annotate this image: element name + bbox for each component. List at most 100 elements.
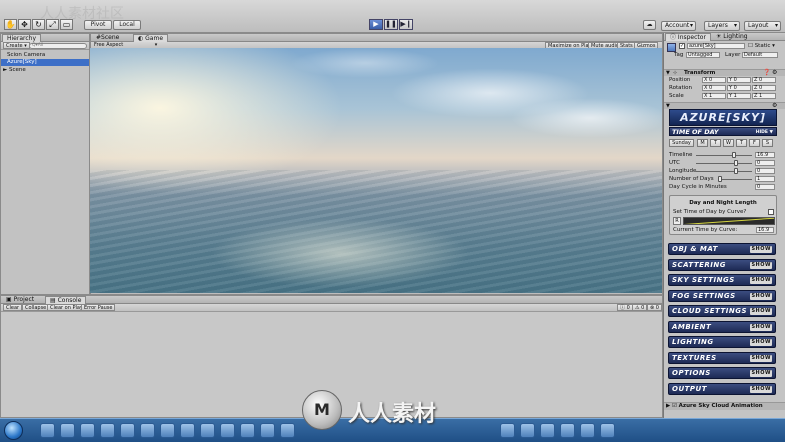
tab-inspector[interactable]: ⓘ Inspector (665, 33, 711, 41)
timeline-value-field[interactable]: 16.9 (755, 152, 775, 158)
day-monday-button[interactable]: M (697, 139, 708, 147)
section-fog-settings-button[interactable]: FOG SETTINGS SHOW (668, 290, 776, 302)
taskbar-app-icon[interactable] (100, 423, 115, 438)
curve-field[interactable] (683, 217, 775, 225)
day-thursday-button[interactable]: T (736, 139, 747, 147)
account-dropdown[interactable]: Account (661, 21, 696, 31)
timeline-slider-track[interactable] (696, 155, 752, 156)
taskbar-app-icon[interactable] (560, 423, 575, 438)
section-ambient-button[interactable]: AMBIENT SHOW (668, 321, 776, 333)
taskbar-app-icon[interactable] (220, 423, 235, 438)
timeline-slider-handle[interactable] (732, 152, 737, 158)
info-count[interactable]: ⓘ 0 (617, 304, 633, 311)
taskbar-app-icon[interactable] (200, 423, 215, 438)
taskbar-app-icon[interactable] (160, 423, 175, 438)
tab-project[interactable]: ▣ Project (2, 296, 38, 304)
start-button[interactable] (4, 421, 23, 440)
position-y-field[interactable]: Y 0 (727, 77, 751, 83)
tab-console[interactable]: ▤ Console (45, 296, 87, 304)
day-saturday-button[interactable]: S (762, 139, 773, 147)
scale-x-field[interactable]: X 1 (702, 93, 726, 99)
create-button[interactable]: Create ▾ (3, 42, 30, 49)
days-value-field[interactable]: 1 (755, 176, 775, 182)
layout-dropdown[interactable]: Layout (744, 21, 781, 31)
taskbar-app-icon[interactable] (80, 423, 95, 438)
days-slider-handle[interactable] (718, 176, 722, 182)
taskbar-app-icon[interactable] (60, 423, 75, 438)
rotation-y-field[interactable]: Y 0 (727, 85, 751, 91)
warning-count[interactable]: ⚠ 0 (632, 304, 648, 311)
taskbar-app-icon[interactable] (120, 423, 135, 438)
active-checkbox[interactable]: ✓ (679, 43, 685, 49)
day-friday-button[interactable]: F (749, 139, 760, 147)
section-output-button[interactable]: OUTPUT SHOW (668, 383, 776, 395)
play-button[interactable]: ▶ (369, 19, 383, 30)
day-cycle-field[interactable]: 0 (755, 184, 775, 190)
tab-lighting[interactable]: ☀ Lighting (712, 33, 752, 41)
utc-value-field[interactable]: 0 (755, 160, 775, 166)
curve-reset-button[interactable]: R (673, 217, 681, 225)
day-wednesday-button[interactable]: W (723, 139, 734, 147)
position-x-field[interactable]: X 0 (702, 77, 726, 83)
days-slider-track[interactable] (718, 179, 752, 180)
object-name-field[interactable]: azure[Sky] (687, 43, 745, 49)
section-scattering-button[interactable]: SCATTERING SHOW (668, 259, 776, 271)
gear-icon[interactable]: ⚙ (772, 69, 777, 76)
taskbar-app-icon[interactable] (580, 423, 595, 438)
longitude-slider-handle[interactable] (734, 168, 738, 174)
list-item[interactable]: ► Scene (3, 67, 26, 73)
day-tuesday-button[interactable]: T (710, 139, 721, 147)
tab-scene[interactable]: #Scene (92, 34, 123, 42)
hierarchy-search-input[interactable]: Q▾All (29, 43, 87, 49)
move-tool-button[interactable]: ✥ (18, 19, 31, 30)
taskbar-app-icon[interactable] (540, 423, 555, 438)
taskbar-app-icon[interactable] (280, 423, 295, 438)
time-of-day-header[interactable]: TIME OF DAY HIDE ▼ (669, 127, 777, 136)
taskbar-app-icon[interactable] (180, 423, 195, 438)
cloud-animation-component-header[interactable]: ▶ ☑ Azure Sky Cloud Animation (664, 402, 785, 410)
tab-hierarchy[interactable]: Hierarchy (2, 34, 42, 42)
scale-y-field[interactable]: Y 1 (727, 93, 751, 99)
list-item-selected[interactable]: Azure[Sky] (1, 59, 89, 66)
help-icon[interactable]: ❓ (763, 69, 770, 76)
section-obj-mat-button[interactable]: OBJ & MAT SHOW (668, 243, 776, 255)
transform-header[interactable]: ▼ ⊹ Transform ❓ ⚙ (664, 69, 785, 76)
pause-button[interactable]: ❚❚ (384, 19, 398, 30)
rotation-z-field[interactable]: Z 0 (752, 85, 776, 91)
hand-tool-button[interactable]: ✋ (4, 19, 17, 30)
rotation-x-field[interactable]: X 0 (702, 85, 726, 91)
list-item[interactable]: Scion Camera (7, 52, 45, 58)
taskbar-app-icon[interactable] (260, 423, 275, 438)
day-sunday-button[interactable]: Sunday (669, 139, 694, 147)
error-count[interactable]: ⊗ 0 (647, 304, 662, 311)
gear-icon[interactable]: ⚙ (772, 102, 777, 109)
component-checkbox[interactable]: ☑ (672, 403, 677, 409)
layers-dropdown[interactable]: Layers (704, 21, 740, 31)
collapse-button[interactable]: Collapse (22, 304, 50, 311)
script-component-header[interactable]: ▼ ⚙ (664, 102, 785, 109)
taskbar-app-icon[interactable] (40, 423, 55, 438)
taskbar-app-icon[interactable] (500, 423, 515, 438)
static-toggle[interactable]: ☐ Static ▾ (748, 43, 775, 49)
curve-time-field[interactable]: 16.9 (756, 227, 774, 233)
cloud-icon[interactable]: ☁ (643, 20, 656, 30)
utc-slider-track[interactable] (696, 163, 752, 164)
utc-slider-handle[interactable] (734, 160, 738, 166)
section-lighting-button[interactable]: LIGHTING SHOW (668, 336, 776, 348)
section-textures-button[interactable]: TEXTURES SHOW (668, 352, 776, 364)
error-pause-button[interactable]: Error Pause (81, 304, 116, 311)
step-button[interactable]: ▶❙ (399, 19, 413, 30)
game-viewport[interactable] (90, 48, 662, 293)
section-cloud-settings-button[interactable]: CLOUD SETTINGS SHOW (668, 305, 776, 317)
section-options-button[interactable]: OPTIONS SHOW (668, 367, 776, 379)
hide-button[interactable]: HIDE ▼ (756, 129, 773, 137)
clear-button[interactable]: Clear (3, 304, 23, 311)
taskbar-app-icon[interactable] (520, 423, 535, 438)
curve-checkbox[interactable] (768, 209, 774, 215)
taskbar-app-icon[interactable] (600, 423, 615, 438)
layer-dropdown[interactable]: Default (742, 52, 778, 58)
tag-dropdown[interactable]: Untagged (686, 52, 720, 58)
longitude-slider-track[interactable] (696, 171, 752, 172)
longitude-value-field[interactable]: 0 (755, 168, 775, 174)
taskbar-app-icon[interactable] (240, 423, 255, 438)
